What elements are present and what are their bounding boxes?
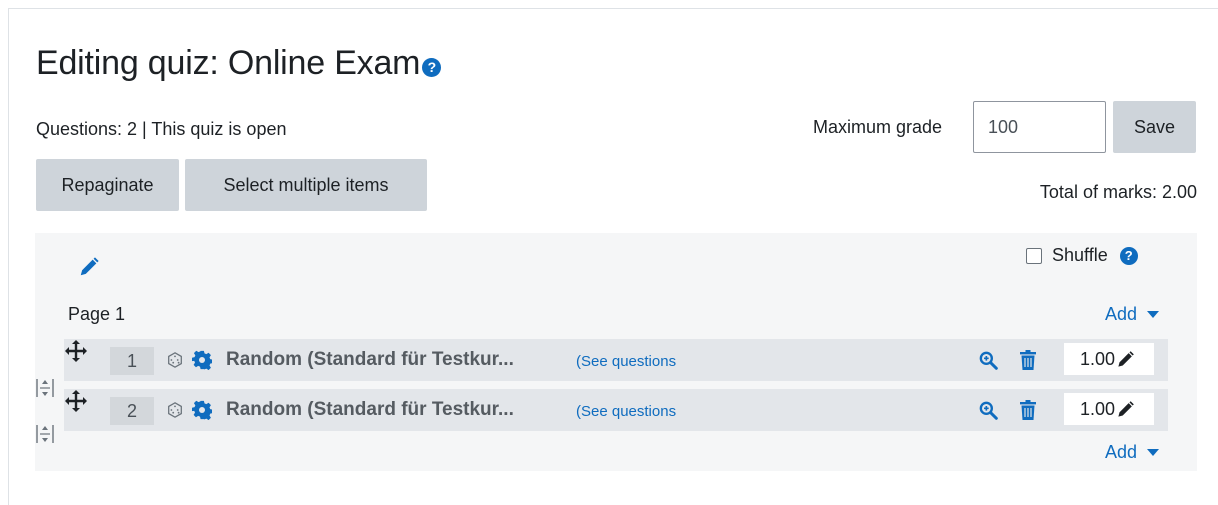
see-questions-link[interactable]: (See questions [576,353,696,370]
mark-value: 1.00 [1080,398,1116,419]
add-menu-top[interactable]: Add [1105,304,1160,325]
dice-icon [168,352,182,368]
trash-icon[interactable] [1020,400,1036,420]
page-title-text: Editing quiz: Online Exam [36,44,421,82]
save-button[interactable]: Save [1113,101,1196,153]
see-questions-link[interactable]: (See questions [576,403,696,420]
gear-icon[interactable] [192,350,212,370]
page-break-icon[interactable] [36,378,54,398]
repaginate-button[interactable]: Repaginate [36,159,179,211]
zoom-in-icon[interactable] [978,400,998,420]
page-break-icon[interactable] [36,424,54,444]
caret-down-icon [1147,449,1160,456]
page-title: Editing quiz: Online Exam? [36,44,442,83]
quiz-status: Questions: 2 | This quiz is open [36,119,287,139]
pencil-icon[interactable] [78,256,100,278]
question-row: 1 Random (Standard für Testkur... (See q… [64,339,1168,381]
zoom-in-icon[interactable] [978,350,998,370]
question-number: 2 [110,397,154,425]
shuffle-control[interactable]: Shuffle ? [1026,245,1138,266]
shuffle-help-icon[interactable]: ? [1119,246,1138,265]
pencil-icon[interactable] [1116,350,1135,369]
question-mark[interactable]: 1.00 [1064,393,1154,425]
dice-icon [168,402,182,418]
add-label: Add [1105,304,1138,324]
mark-value: 1.00 [1080,348,1116,369]
gear-icon[interactable] [192,400,212,420]
help-icon[interactable]: ? [422,58,442,77]
add-label: Add [1105,442,1138,462]
caret-down-icon [1147,311,1160,318]
question-name: Random (Standard für Testkur... [226,399,514,420]
shuffle-label: Shuffle [1052,245,1108,265]
maximum-grade-input[interactable] [973,101,1106,153]
move-icon[interactable] [64,389,88,413]
pencil-icon[interactable] [1116,400,1135,419]
maximum-grade-label: Maximum grade [813,117,943,137]
move-icon[interactable] [64,339,88,363]
question-mark[interactable]: 1.00 [1064,343,1154,375]
page-label: Page 1 [68,304,126,324]
select-multiple-items-button[interactable]: Select multiple items [185,159,427,211]
question-number: 1 [110,347,154,375]
trash-icon[interactable] [1020,350,1036,370]
add-menu-bottom[interactable]: Add [1105,442,1160,463]
question-name: Random (Standard für Testkur... [226,349,514,370]
shuffle-checkbox[interactable] [1026,247,1042,264]
question-row: 2 Random (Standard für Testkur... (See q… [64,389,1168,431]
total-of-marks: Total of marks: 2.00 [1039,182,1197,202]
